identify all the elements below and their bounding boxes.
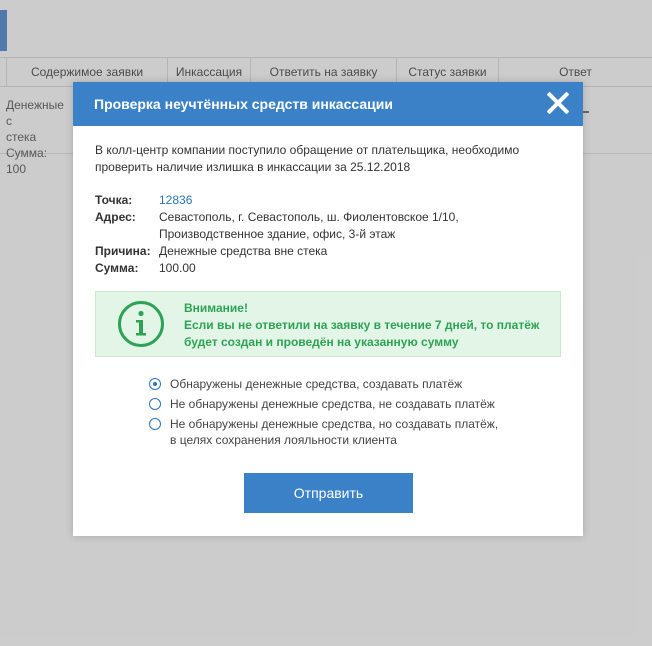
notice-text: Если вы не ответили на заявку в течение … <box>184 317 544 351</box>
option-label-line: Не обнаружены денежные средства, но созд… <box>170 417 499 431</box>
detail-address: Адрес: Севастополь, г. Севастополь, ш. Ф… <box>95 209 479 243</box>
modal-intro: В колл-центр компании поступило обращени… <box>95 142 555 176</box>
collection-check-modal: Проверка неучтённых средств инкассации В… <box>73 82 583 536</box>
option-found-create-payment[interactable]: Обнаружены денежные средства, создавать … <box>149 376 500 392</box>
submit-button[interactable]: Отправить <box>244 473 413 513</box>
address-label: Адрес: <box>95 210 136 224</box>
radio-button[interactable] <box>149 418 161 430</box>
point-label: Точка: <box>95 193 133 207</box>
answer-options: Обнаружены денежные средства, создавать … <box>149 376 500 452</box>
option-label-line: в целях сохранения лояльности клиента <box>170 433 397 447</box>
request-details: Точка: 12836 Адрес: Севастополь, г. Сева… <box>95 192 479 277</box>
notice-line: будет создан и проведён на указанную сум… <box>184 335 459 349</box>
option-label: Обнаружены денежные средства, создавать … <box>170 376 500 392</box>
detail-reason: Причина: Денежные средства вне стека <box>95 243 479 260</box>
notice-line: Если вы не ответили на заявку в течение … <box>184 318 540 332</box>
modal-header: Проверка неучтённых средств инкассации <box>73 82 583 126</box>
point-link[interactable]: 12836 <box>159 192 479 209</box>
option-not-found-create-payment[interactable]: Не обнаружены денежные средства, но созд… <box>149 416 500 448</box>
detail-point: Точка: 12836 <box>95 192 479 209</box>
option-label-line: Не обнаружены денежные средства, не созд… <box>170 397 495 411</box>
option-label-line: Обнаружены денежные средства, создавать … <box>170 377 463 391</box>
intro-line: проверить наличие излишка в инкассации з… <box>95 160 411 174</box>
radio-button[interactable] <box>149 398 161 410</box>
address-line: Производственное здание, офис, 3-й этаж <box>159 227 396 241</box>
sum-value: 100.00 <box>159 261 196 275</box>
reason-label: Причина: <box>95 244 151 258</box>
detail-sum: Сумма: 100.00 <box>95 260 479 277</box>
address-value: Севастополь, г. Севастополь, ш. Фиоленто… <box>159 209 479 243</box>
option-label: Не обнаружены денежные средства, но созд… <box>170 416 500 448</box>
close-icon[interactable] <box>546 91 570 115</box>
notice-title: Внимание! <box>184 301 248 315</box>
warning-notice: Внимание! Если вы не ответили на заявку … <box>95 291 561 357</box>
option-not-found-no-payment[interactable]: Не обнаружены денежные средства, не созд… <box>149 396 500 412</box>
radio-button-checked[interactable] <box>149 378 161 390</box>
info-icon <box>118 301 164 347</box>
option-label: Не обнаружены денежные средства, не созд… <box>170 396 500 412</box>
address-line: Севастополь, г. Севастополь, ш. Фиоленто… <box>159 210 459 224</box>
intro-line: В колл-центр компании поступило обращени… <box>95 143 520 157</box>
sum-label: Сумма: <box>95 261 139 275</box>
modal-title: Проверка неучтённых средств инкассации <box>94 96 393 112</box>
reason-value: Денежные средства вне стека <box>159 244 328 258</box>
